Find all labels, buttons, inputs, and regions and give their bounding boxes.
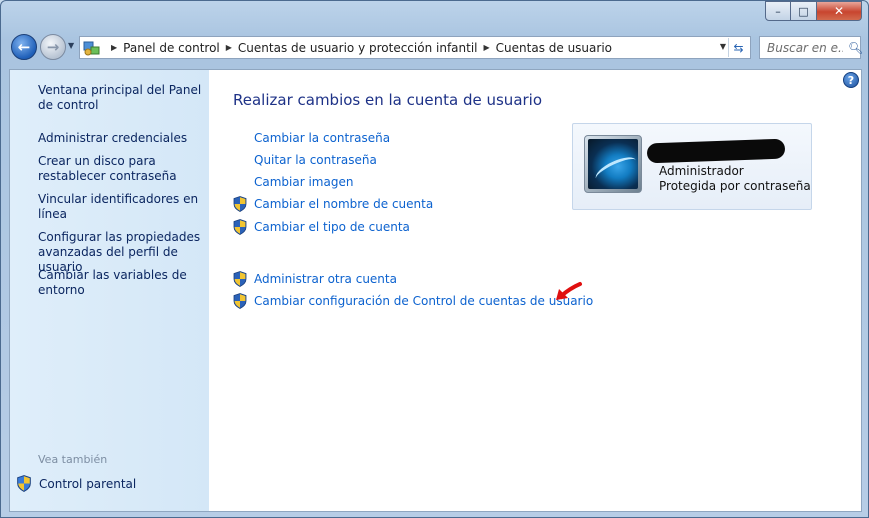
breadcrumb-arrow-icon[interactable]: ▶ bbox=[226, 43, 232, 52]
change-password-link[interactable]: Cambiar la contraseña bbox=[254, 131, 390, 145]
uac-shield-icon bbox=[17, 475, 31, 492]
search-input[interactable] bbox=[765, 38, 845, 57]
sidebar-item-environment-variables[interactable]: Cambiar las variables de entorno bbox=[38, 268, 206, 298]
maximize-button[interactable]: □ bbox=[791, 1, 817, 21]
search-icon[interactable]: 🔍︎ bbox=[848, 41, 863, 55]
uac-shield-icon bbox=[233, 219, 247, 235]
manage-another-account-link[interactable]: Administrar otra cuenta bbox=[254, 272, 397, 286]
red-arrow-annotation-icon bbox=[556, 282, 582, 300]
back-arrow-icon: ← bbox=[17, 38, 31, 56]
search-box: 🔍︎ bbox=[759, 36, 863, 59]
uac-shield-icon bbox=[233, 293, 247, 309]
sidebar-item-manage-credentials[interactable]: Administrar credenciales bbox=[38, 131, 206, 146]
window: – □ ✕ ← → ▼ ▶ Panel de control ▶ Cuentas… bbox=[0, 0, 869, 518]
uac-shield-icon bbox=[233, 271, 247, 287]
remove-password-link[interactable]: Quitar la contraseña bbox=[254, 153, 377, 167]
close-button[interactable]: ✕ bbox=[817, 1, 862, 21]
maximize-icon: □ bbox=[798, 4, 809, 18]
control-panel-icon bbox=[83, 40, 101, 56]
user-picture bbox=[588, 139, 638, 189]
account-type-label: Administrador bbox=[659, 164, 744, 178]
refresh-icon: ⇆ bbox=[733, 40, 744, 55]
breadcrumb-control-panel[interactable]: Panel de control bbox=[123, 41, 220, 55]
sidebar: Ventana principal del Panel de control A… bbox=[10, 70, 209, 511]
sidebar-item-control-panel-home[interactable]: Ventana principal del Panel de control bbox=[38, 83, 206, 113]
change-account-type-link[interactable]: Cambiar el tipo de cuenta bbox=[254, 220, 410, 234]
change-picture-link[interactable]: Cambiar imagen bbox=[254, 175, 353, 189]
minimize-icon: – bbox=[775, 4, 781, 18]
see-also-heading: Vea también bbox=[38, 453, 108, 466]
page-title: Realizar cambios en la cuenta de usuario bbox=[233, 91, 543, 109]
recent-pages-dropdown[interactable]: ▼ bbox=[68, 41, 74, 50]
refresh-button[interactable]: ⇆ bbox=[728, 38, 748, 57]
content-area: Ventana principal del Panel de control A… bbox=[9, 69, 862, 512]
redacted-account-name bbox=[646, 138, 786, 164]
sidebar-item-link-online-ids[interactable]: Vincular identificadores en línea bbox=[38, 192, 206, 222]
window-controls: – □ ✕ bbox=[765, 1, 862, 21]
uac-shield-icon bbox=[233, 196, 247, 212]
account-protection-label: Protegida por contraseña bbox=[659, 179, 811, 193]
address-bar[interactable]: ▶ Panel de control ▶ Cuentas de usuario … bbox=[79, 36, 751, 59]
breadcrumb-user-accounts[interactable]: Cuentas de usuario bbox=[496, 41, 612, 55]
sidebar-item-label: Control parental bbox=[39, 476, 137, 491]
forward-button[interactable]: → bbox=[40, 34, 66, 60]
navigation-bar: ← → ▼ ▶ Panel de control ▶ Cuentas de us… bbox=[1, 31, 868, 65]
avatar[interactable] bbox=[584, 135, 642, 193]
main-panel: ? Realizar cambios en la cuenta de usuar… bbox=[209, 70, 861, 511]
breadcrumb-user-accounts-family-safety[interactable]: Cuentas de usuario y protección infantil bbox=[238, 41, 478, 55]
title-bar[interactable]: – □ ✕ bbox=[1, 1, 868, 29]
help-button[interactable]: ? bbox=[843, 72, 859, 88]
help-icon: ? bbox=[847, 73, 855, 87]
minimize-button[interactable]: – bbox=[765, 1, 791, 21]
user-account-card: Administrador Protegida por contraseña bbox=[572, 123, 812, 210]
change-account-name-link[interactable]: Cambiar el nombre de cuenta bbox=[254, 197, 433, 211]
sidebar-item-password-reset-disk[interactable]: Crear un disco para restablecer contrase… bbox=[38, 154, 206, 184]
back-button[interactable]: ← bbox=[11, 34, 37, 60]
uac-settings-link[interactable]: Cambiar configuración de Control de cuen… bbox=[254, 294, 593, 308]
close-icon: ✕ bbox=[833, 4, 845, 18]
forward-arrow-icon: → bbox=[46, 38, 60, 56]
sidebar-item-parental-controls[interactable]: Control parental bbox=[16, 475, 136, 492]
breadcrumb-arrow-icon[interactable]: ▶ bbox=[484, 43, 490, 52]
address-dropdown-icon[interactable]: ▼ bbox=[720, 42, 726, 51]
breadcrumb-arrow-icon[interactable]: ▶ bbox=[111, 43, 117, 52]
